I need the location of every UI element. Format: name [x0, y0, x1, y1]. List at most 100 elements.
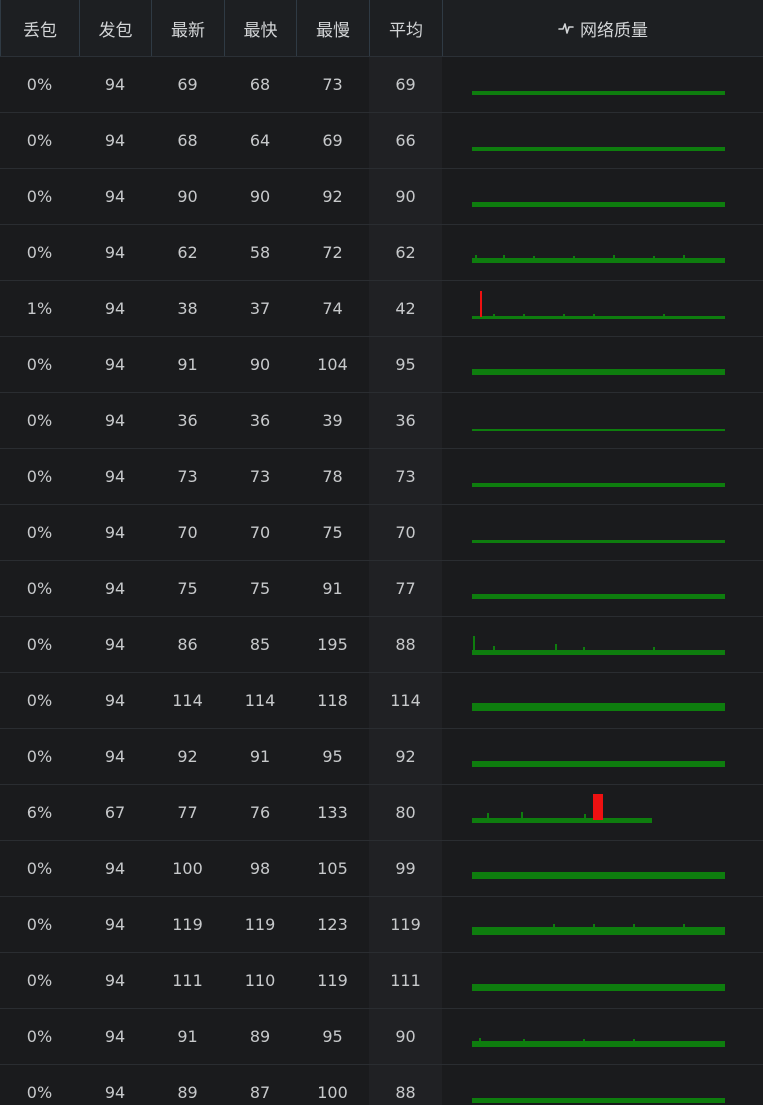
cell-slowest: 133: [317, 803, 348, 822]
cell-average: 42: [369, 281, 442, 336]
cell-sent: 94: [104, 1027, 126, 1046]
quality-bar: [472, 1098, 725, 1103]
quality-graph: [442, 169, 763, 224]
cell-latest: 119: [172, 915, 203, 934]
quality-bar: [472, 984, 725, 991]
col-header-loss[interactable]: 丢包: [0, 0, 79, 56]
cell-latest: 75: [177, 579, 198, 598]
quality-sparkline: [472, 91, 725, 95]
quality-spike: [584, 814, 586, 818]
cell-fastest: 98: [249, 859, 271, 878]
quality-sparkline: [472, 202, 725, 207]
cell-average: 69: [369, 57, 442, 112]
cell-loss: 0%: [26, 691, 53, 710]
quality-sparkline: [472, 984, 725, 991]
quality-graph: [442, 953, 763, 1008]
quality-sparkline: [472, 761, 725, 767]
quality-sparkline: [472, 594, 725, 599]
cell-latest: 90: [177, 187, 198, 206]
quality-spike: [493, 646, 495, 650]
cell-slowest: 39: [322, 411, 343, 430]
cell-fastest: 89: [249, 1027, 271, 1046]
quality-sparkline: [472, 147, 725, 151]
cell-sent: 94: [104, 467, 126, 486]
cell-loss: 0%: [26, 971, 53, 990]
cell-loss: 6%: [26, 803, 53, 822]
col-header-sent[interactable]: 发包: [79, 0, 151, 56]
col-header-fastest[interactable]: 最快: [224, 0, 296, 56]
quality-sparkline: [472, 1038, 725, 1047]
cell-loss: 0%: [26, 915, 53, 934]
cell-fastest: 90: [249, 355, 271, 374]
cell-slowest: 100: [317, 1083, 348, 1102]
quality-spike: [479, 1038, 481, 1041]
quality-bar: [472, 202, 725, 207]
table-row: 0% 94 90 90 92 90: [0, 169, 763, 225]
cell-sent: 94: [104, 971, 126, 990]
cell-fastest: 58: [249, 243, 271, 262]
col-header-quality[interactable]: 网络质量: [442, 0, 763, 56]
col-header-slowest[interactable]: 最慢: [296, 0, 369, 56]
table-header: 丢包 发包 最新 最快 最慢 平均 网络质量: [0, 0, 763, 57]
quality-sparkline: [472, 369, 725, 375]
cell-latest: 91: [177, 1027, 198, 1046]
cell-average: 111: [369, 953, 442, 1008]
cell-loss: 0%: [26, 859, 53, 878]
quality-spike: [573, 256, 575, 258]
cell-latest: 69: [177, 75, 198, 94]
col-header-loss-label: 丢包: [23, 20, 57, 41]
cell-latest: 92: [177, 747, 198, 766]
quality-bar: [472, 369, 725, 375]
quality-graph: [442, 57, 763, 112]
cell-fastest: 75: [249, 579, 271, 598]
cell-sent: 94: [104, 299, 126, 318]
cell-loss: 0%: [26, 467, 53, 486]
cell-sent: 94: [104, 915, 126, 934]
quality-graph: [442, 673, 763, 728]
quality-spike: [555, 644, 557, 650]
quality-bar: [472, 818, 652, 823]
table-row: 0% 94 70 70 75 70: [0, 505, 763, 561]
cell-slowest: 105: [317, 859, 348, 878]
quality-bar: [472, 761, 725, 767]
cell-latest: 36: [177, 411, 198, 430]
cell-sent: 94: [104, 75, 126, 94]
quality-spike: [663, 314, 665, 316]
cell-average: 95: [369, 337, 442, 392]
cell-average: 119: [369, 897, 442, 952]
cell-fastest: 85: [249, 635, 271, 654]
cell-slowest: 95: [322, 1027, 343, 1046]
cell-fastest: 36: [249, 411, 271, 430]
quality-spike: [563, 314, 565, 316]
table-row: 0% 94 89 87 100 88: [0, 1065, 763, 1105]
quality-bar: [472, 1041, 725, 1047]
table-row: 0% 94 91 89 95 90: [0, 1009, 763, 1065]
cell-latest: 86: [177, 635, 198, 654]
col-header-slowest-label: 最慢: [316, 20, 350, 41]
cell-average: 80: [369, 785, 442, 840]
quality-spike: [523, 1039, 525, 1041]
quality-spike: [493, 314, 495, 316]
cell-latest: 111: [172, 971, 203, 990]
quality-bar: [472, 872, 725, 879]
cell-fastest: 70: [249, 523, 271, 542]
quality-spike: [633, 924, 635, 927]
cell-latest: 38: [177, 299, 198, 318]
cell-sent: 94: [104, 243, 126, 262]
cell-sent: 94: [104, 131, 126, 150]
quality-spike: [683, 255, 685, 258]
quality-spike: [653, 256, 655, 258]
quality-bar: [472, 91, 725, 95]
quality-spike: [503, 255, 505, 258]
cell-latest: 114: [172, 691, 203, 710]
ping-results-table: 丢包 发包 最新 最快 最慢 平均 网络质量 0% 94 69 68 73 69 0% 94 6…: [0, 0, 763, 1105]
table-row: 0% 94 119 119 123 119: [0, 897, 763, 953]
quality-graph: [442, 561, 763, 616]
col-header-latest[interactable]: 最新: [151, 0, 224, 56]
quality-spike: [553, 924, 555, 927]
table-row: 0% 94 111 110 119 111: [0, 953, 763, 1009]
quality-spike: [633, 1039, 635, 1041]
col-header-average[interactable]: 平均: [369, 0, 442, 56]
cell-fastest: 73: [249, 467, 271, 486]
cell-slowest: 95: [322, 747, 343, 766]
